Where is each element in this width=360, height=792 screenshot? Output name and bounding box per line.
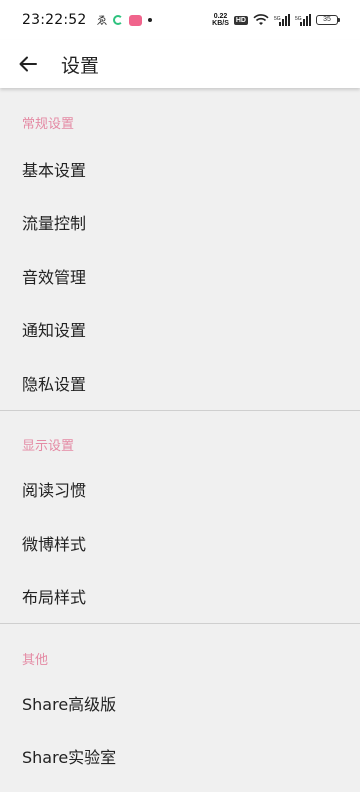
section-header: 其他 [22, 652, 49, 668]
settings-item-weibo-style[interactable]: 微博样式 [0, 516, 360, 570]
page-title: 设置 [61, 54, 100, 77]
sync-notification-icon [113, 15, 124, 25]
network-speed-unit: KB/S [212, 20, 229, 27]
settings-item-share-lab[interactable]: Share实验室 [0, 730, 360, 784]
signal-sim2-icon: 5G [295, 14, 311, 26]
more-notifications-dot-icon [148, 18, 153, 22]
hd-icon: HD [233, 15, 248, 25]
app-bar: 设置 [0, 40, 360, 88]
arrow-left-icon [19, 56, 37, 72]
settings-list: 常规设置 基本设置 流量控制 音效管理 通知设置 隐私设置 显示设置 阅读习惯 … [0, 88, 360, 792]
signal-sim1-icon: 5G [274, 14, 290, 26]
network-speed-value: 0.22 [213, 13, 228, 20]
section-other: 其他 Share高级版 Share实验室 [0, 624, 360, 783]
app-badge-notification-icon [129, 14, 143, 26]
section-general: 常规设置 基本设置 流量控制 音效管理 通知设置 隐私设置 [0, 88, 360, 411]
settings-item-layout-style[interactable]: 布局样式 [0, 570, 360, 624]
settings-item-sound-effects[interactable]: 音效管理 [0, 249, 360, 303]
battery-icon: 35 [316, 15, 340, 25]
section-header: 常规设置 [22, 116, 75, 132]
svg-text:5G: 5G [274, 16, 281, 22]
section-display: 显示设置 阅读习惯 微博样式 布局样式 [0, 411, 360, 624]
notification-icons: ゑ [96, 12, 153, 28]
system-icons: 0.22 KB/S HD 5G 5G 35 [212, 13, 340, 27]
app-notification-icon: ゑ [96, 14, 108, 27]
status-time: 23:22:52 [22, 12, 87, 28]
settings-item-notifications[interactable]: 通知设置 [0, 303, 360, 357]
svg-text:5G: 5G [295, 16, 302, 22]
section-header: 显示设置 [22, 439, 75, 454]
settings-item-basic[interactable]: 基本设置 [0, 142, 360, 196]
settings-item-reading-habits[interactable]: 阅读习惯 [0, 463, 360, 517]
settings-item-privacy[interactable]: 隐私设置 [0, 356, 360, 410]
status-bar: 23:22:52 ゑ 0.22 KB/S HD 5G 5G 35 [0, 0, 360, 40]
network-speed: 0.22 KB/S [212, 13, 229, 27]
settings-item-share-premium[interactable]: Share高级版 [0, 676, 360, 730]
back-button[interactable] [0, 40, 56, 88]
wifi-icon [253, 14, 269, 25]
settings-item-traffic-control[interactable]: 流量控制 [0, 196, 360, 250]
